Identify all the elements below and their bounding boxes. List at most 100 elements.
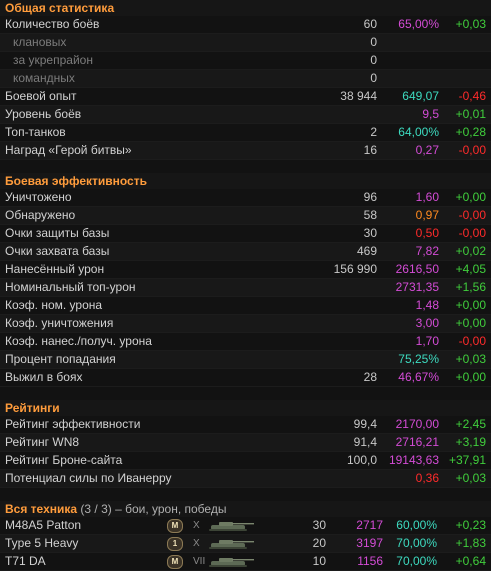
stat-label: Процент попадания bbox=[5, 352, 116, 366]
stat-label: Обнаружено bbox=[5, 208, 76, 222]
stat-label: Нанесённый урон bbox=[5, 262, 105, 276]
stat-delta: +0,03 bbox=[455, 471, 486, 485]
stat-average: 3,00 bbox=[415, 316, 439, 330]
stat-row: Рейтинг эффективности 99,4 2170,00 +2,45 bbox=[0, 416, 491, 434]
vehicle-damage: 1156 bbox=[357, 554, 383, 568]
stat-row: Наград «Герой битвы» 16 0,27 -0,00 bbox=[0, 142, 491, 160]
stat-row: Обнаружено 58 0,97 -0,00 bbox=[0, 207, 491, 225]
stat-total: 96 bbox=[363, 190, 377, 204]
stat-average: 75,25% bbox=[398, 352, 439, 366]
tank-silhouette-icon bbox=[209, 558, 254, 567]
stat-average: 0,50 bbox=[415, 226, 439, 240]
stat-delta: +0,00 bbox=[455, 298, 486, 312]
stat-label: Очки защиты базы bbox=[5, 226, 110, 240]
stat-label: Номинальный топ-урон bbox=[5, 280, 136, 294]
stat-average: 2731,35 bbox=[395, 280, 439, 294]
stat-label: командных bbox=[13, 71, 75, 85]
stat-row: Топ-танков 2 64,00% +0,28 bbox=[0, 124, 491, 142]
stat-average: 1,48 bbox=[415, 298, 439, 312]
stat-average: 1,60 bbox=[415, 190, 439, 204]
stat-label: за укрепрайон bbox=[13, 53, 93, 67]
stat-delta: +0,00 bbox=[455, 370, 486, 384]
stat-total: 0 bbox=[370, 53, 377, 67]
mastery-badge-icon: M bbox=[167, 519, 183, 533]
stats-panel: Общая статистика Количество боёв 60 65,00%… bbox=[0, 0, 491, 571]
stat-delta: +4,05 bbox=[455, 262, 486, 276]
stat-total: 469 bbox=[356, 244, 377, 258]
tank-silhouette-icon bbox=[209, 540, 254, 549]
stat-total: 100,0 bbox=[346, 453, 377, 467]
stat-total: 0 bbox=[370, 35, 377, 49]
vehicle-winrate: 70,00% bbox=[396, 536, 437, 550]
stat-delta: +0,01 bbox=[455, 107, 486, 121]
stat-row: Уровень боёв 9,5 +0,01 bbox=[0, 106, 491, 124]
vehicle-delta: +0,23 bbox=[455, 518, 486, 532]
stat-row: Процент попадания 75,25% +0,03 bbox=[0, 351, 491, 369]
stat-label: Уничтожено bbox=[5, 190, 72, 204]
stat-row: Очки захвата базы 469 7,82 +0,02 bbox=[0, 243, 491, 261]
section-title-vehicles: Вся техника (3 / 3) – бои, урон, победы bbox=[0, 501, 491, 517]
stat-average: 0,36 bbox=[415, 471, 439, 485]
stat-delta: +3,19 bbox=[455, 435, 486, 449]
section-title-ratings: Рейтинги bbox=[0, 400, 491, 416]
stat-label: Потенциал силы по Иванерру bbox=[5, 471, 172, 485]
vehicle-winrate: 60,00% bbox=[396, 518, 437, 532]
vehicle-row: T71 DA M VII 10 1156 70,00% +0,64 bbox=[0, 553, 491, 571]
vehicle-row: Type 5 Heavy 1 X 20 3197 70,00% +1,83 bbox=[0, 535, 491, 553]
stat-average: 19143,63 bbox=[388, 453, 439, 467]
stat-average: 649,07 bbox=[402, 89, 439, 103]
stat-delta: +37,91 bbox=[448, 453, 486, 467]
stat-total: 60 bbox=[363, 17, 377, 31]
stat-total: 91,4 bbox=[353, 435, 377, 449]
stat-row: Коэф. ном. урона 1,48 +0,00 bbox=[0, 297, 491, 315]
stat-label: Коэф. нанес./получ. урона bbox=[5, 334, 152, 348]
stat-average: 2616,50 bbox=[395, 262, 439, 276]
stat-average: 7,82 bbox=[415, 244, 439, 258]
stat-row: Нанесённый урон 156 990 2616,50 +4,05 bbox=[0, 261, 491, 279]
stat-label: Рейтинг эффективности bbox=[5, 417, 141, 431]
tank-silhouette-icon bbox=[209, 522, 254, 531]
vehicle-name: M48A5 Patton bbox=[5, 518, 82, 532]
vehicle-tier: VII bbox=[193, 556, 206, 567]
section-title-general: Общая статистика bbox=[0, 0, 491, 16]
stat-label: Боевой опыт bbox=[5, 89, 77, 103]
stat-total: 38 944 bbox=[340, 89, 377, 103]
stat-delta: -0,46 bbox=[458, 89, 486, 103]
stat-total: 28 bbox=[363, 370, 377, 384]
vehicle-winrate: 70,00% bbox=[396, 554, 437, 568]
stat-row: Коэф. нанес./получ. урона 1,70 -0,00 bbox=[0, 333, 491, 351]
stat-total: 99,4 bbox=[353, 417, 377, 431]
stat-delta: +0,00 bbox=[455, 190, 486, 204]
stat-row: Рейтинг Броне-сайта 100,0 19143,63 +37,91 bbox=[0, 452, 491, 470]
stat-label: Рейтинг WN8 bbox=[5, 435, 80, 449]
section-title-efficiency: Боевая эффективность bbox=[0, 173, 491, 189]
stat-row: командных 0 bbox=[0, 70, 491, 88]
stat-label: Очки захвата базы bbox=[5, 244, 110, 258]
vehicle-name: T71 DA bbox=[5, 554, 46, 568]
stat-delta: +0,03 bbox=[455, 17, 486, 31]
vehicle-damage: 3197 bbox=[356, 536, 383, 550]
stat-delta: -0,00 bbox=[458, 208, 486, 222]
stat-average: 64,00% bbox=[398, 125, 439, 139]
stat-delta: -0,00 bbox=[458, 226, 486, 240]
stat-total: 16 bbox=[363, 143, 377, 157]
vehicles-rows: M48A5 Patton M X 30 2717 60,00% +0,23 Type 5 He… bbox=[0, 517, 491, 571]
vehicle-battles: 20 bbox=[312, 536, 326, 550]
stat-average: 65,00% bbox=[398, 17, 439, 31]
stat-delta: +0,00 bbox=[455, 316, 486, 330]
vehicle-battles: 30 bbox=[312, 518, 326, 532]
stat-total: 0 bbox=[370, 71, 377, 85]
vehicle-battles: 10 bbox=[312, 554, 326, 568]
vehicle-damage: 2717 bbox=[356, 518, 383, 532]
stat-row: Количество боёв 60 65,00% +0,03 bbox=[0, 16, 491, 34]
efficiency-rows: Уничтожено 96 1,60 +0,00 Обнаружено 58 0,97 -0,… bbox=[0, 189, 491, 387]
stat-average: 0,27 bbox=[415, 143, 439, 157]
stat-label: клановых bbox=[13, 35, 67, 49]
stat-row: Коэф. уничтожения 3,00 +0,00 bbox=[0, 315, 491, 333]
stat-total: 2 bbox=[370, 125, 377, 139]
vehicles-count: (3 / 3) bbox=[80, 502, 112, 516]
stat-total: 58 bbox=[363, 208, 377, 222]
stat-average: 9,5 bbox=[422, 107, 439, 121]
vehicle-delta: +1,83 bbox=[455, 536, 486, 550]
vehicle-tier: X bbox=[193, 538, 200, 549]
